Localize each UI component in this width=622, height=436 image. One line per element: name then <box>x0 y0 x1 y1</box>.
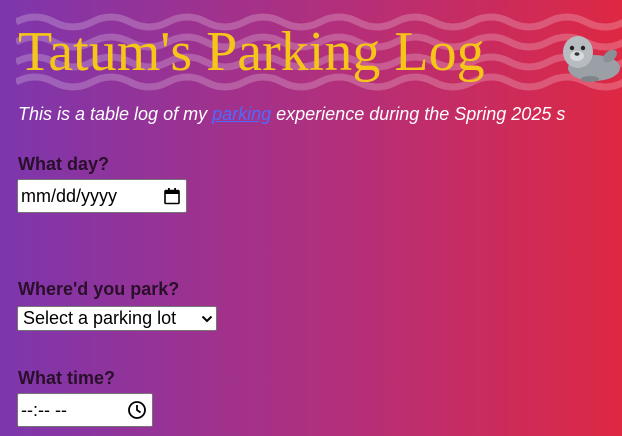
intro-text-end: experience during the Spring 2025 s <box>271 104 566 124</box>
seal-icon <box>563 36 620 82</box>
parking-link[interactable]: parking <box>212 104 271 124</box>
day-label: What day? <box>18 154 110 174</box>
park-label: Where'd you park? <box>18 279 180 299</box>
clock-icon[interactable] <box>127 400 147 420</box>
time-input-value: --:-- -- <box>21 399 67 420</box>
calendar-icon[interactable] <box>163 187 181 205</box>
chevron-down-icon <box>201 314 213 324</box>
date-input-value: mm/dd/yyyy <box>21 185 118 206</box>
parking-lot-selected: Select a parking lot <box>23 308 177 328</box>
page-header: Tatum's Parking Log <box>16 12 622 92</box>
time-input[interactable]: --:-- -- <box>17 393 153 427</box>
parking-lot-select[interactable]: Select a parking lot <box>17 306 217 331</box>
intro-text-start: This is a table log of my <box>18 104 213 124</box>
date-input[interactable]: mm/dd/yyyy <box>17 179 187 213</box>
time-label: What time? <box>18 368 115 388</box>
page-title: Tatum's Parking Log <box>18 21 485 83</box>
intro-text: This is a table log of my parking experi… <box>18 103 565 125</box>
